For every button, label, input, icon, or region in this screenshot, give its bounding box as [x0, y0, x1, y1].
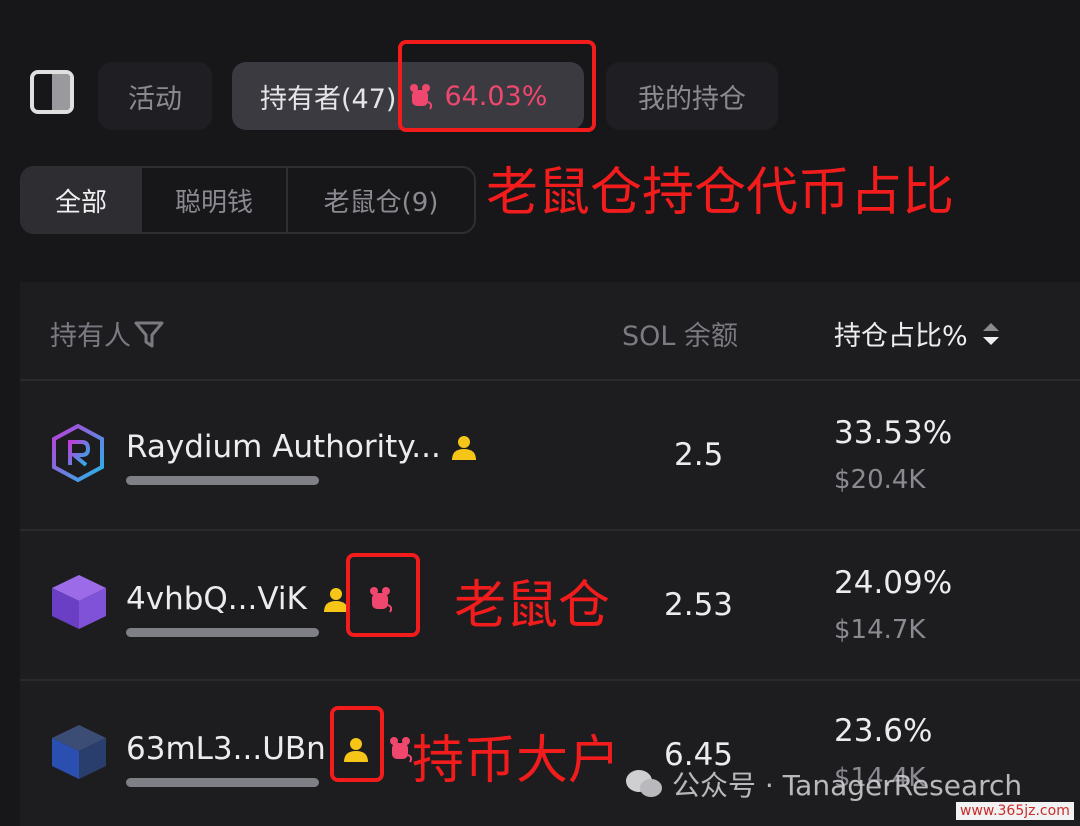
filter-all[interactable]: 全部: [22, 168, 142, 232]
site-watermark: www.365jz.com: [956, 802, 1074, 820]
hold-percentage: 24.09%: [834, 565, 953, 601]
holding-bar: [126, 628, 319, 637]
rat-icon: [390, 737, 413, 763]
annotation-rat-ratio: 老鼠仓持仓代币占比: [486, 163, 955, 223]
hold-percentage: 33.53%: [834, 415, 953, 451]
sort-icon[interactable]: [980, 319, 1002, 349]
holder-name[interactable]: Raydium Authority...: [126, 429, 441, 465]
holding-bar: [126, 476, 319, 485]
watermark-text: 公众号 · TanagerResearch: [672, 769, 1023, 802]
cube-avatar-icon: [52, 575, 106, 629]
holding-bar: [126, 778, 319, 787]
header-hold-pct[interactable]: 持仓占比%: [834, 314, 1002, 353]
table-row[interactable]: Raydium Authority... 2.5 33.53% $20.4K: [20, 381, 1080, 529]
holder-name[interactable]: 4vhbQ...ViK: [126, 581, 307, 617]
sol-balance: 2.5: [674, 437, 724, 473]
filter-rat-traders[interactable]: 老鼠仓(9): [288, 168, 474, 232]
filter-icon[interactable]: [133, 319, 165, 349]
header-sol-balance: SOL 余额: [622, 321, 739, 352]
highlight-rat-ratio-box: [398, 40, 596, 132]
hold-value-usd: $20.4K: [834, 465, 926, 495]
hold-value-usd: $14.7K: [834, 615, 926, 645]
tab-activity[interactable]: 活动: [98, 62, 212, 130]
raydium-logo-icon: [52, 423, 104, 483]
highlight-whale-badge-box: [330, 706, 384, 782]
watermark: 公众号 · TanagerResearch: [624, 764, 1022, 804]
tab-holders-label: 持有者(47): [260, 83, 397, 115]
whale-user-icon: [452, 436, 476, 460]
holder-name[interactable]: 63mL3...UBn: [126, 731, 326, 767]
panel-toggle-icon[interactable]: [30, 70, 74, 114]
hold-percentage: 23.6%: [834, 713, 933, 749]
header-holder: 持有人: [50, 314, 165, 353]
cube-avatar-icon: [52, 725, 106, 779]
highlight-rat-badge-box: [346, 553, 420, 637]
annotation-rat: 老鼠仓: [454, 576, 611, 636]
annotation-whale: 持币大户: [412, 731, 621, 791]
sol-balance: 2.53: [664, 587, 734, 623]
wechat-icon: [626, 770, 662, 797]
filter-smart-money[interactable]: 聪明钱: [142, 168, 288, 232]
holder-filter-segment: 全部 聪明钱 老鼠仓(9): [20, 166, 476, 234]
tab-my-position[interactable]: 我的持仓: [606, 62, 778, 130]
